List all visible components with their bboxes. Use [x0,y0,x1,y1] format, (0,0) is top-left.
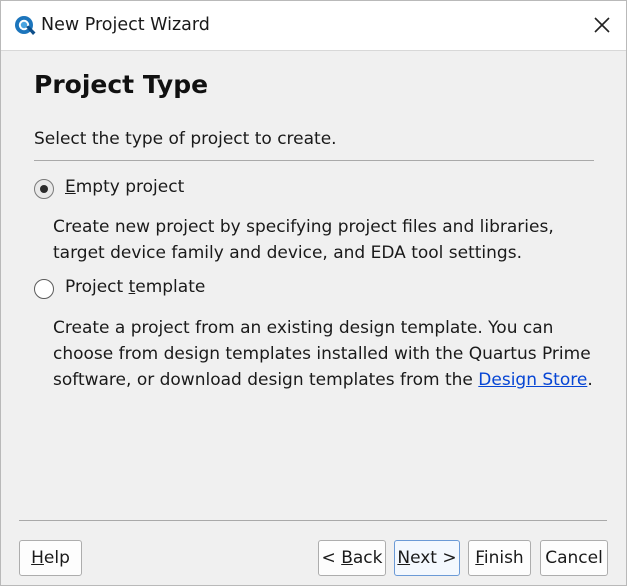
radio-label-empty-project[interactable]: Empty project [65,177,184,197]
finish-button[interactable]: Finish [468,540,531,576]
quartus-app-icon [13,14,37,38]
radio-button[interactable] [34,279,54,299]
window-title: New Project Wizard [41,15,210,35]
design-store-link[interactable]: Design Store [478,370,587,390]
radio-label-project-template[interactable]: Project template [65,277,205,297]
radio-dot [40,185,48,193]
wizard-content: Project Type Select the type of project … [1,51,626,585]
project-template-description: Create a project from an existing design… [53,318,593,390]
cancel-button[interactable]: Cancel [540,540,608,576]
page-title: Project Type [34,70,209,99]
help-button[interactable]: Help [19,540,82,576]
instruction-text: Select the type of project to create. [34,129,337,149]
close-button[interactable] [586,10,618,40]
radio-button-checked[interactable] [34,179,54,199]
wizard-window: New Project Wizard Project Type Select t… [0,0,627,586]
back-button[interactable]: < Back [318,540,386,576]
empty-project-description: Create new project by specifying project… [53,217,554,263]
divider [19,520,607,521]
title-bar: New Project Wizard [1,1,626,51]
divider [34,160,594,161]
close-icon [594,17,610,33]
next-button[interactable]: Next > [394,540,460,576]
